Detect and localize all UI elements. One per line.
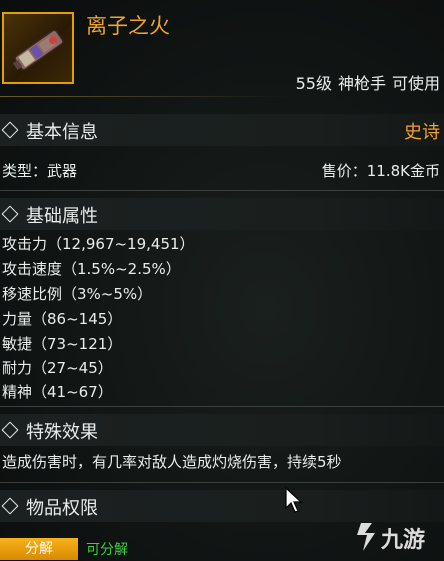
section-permissions: 物品权限 xyxy=(0,490,444,522)
item-type: 类型：武器 xyxy=(2,162,78,180)
attribute-row: 耐力（27~45） xyxy=(2,359,113,377)
section-special-effect: 特殊效果 xyxy=(0,414,444,446)
diamond-icon xyxy=(1,121,19,139)
divider xyxy=(0,190,444,191)
weapon-icon[interactable] xyxy=(2,12,74,84)
mouse-cursor-icon xyxy=(285,486,303,513)
item-tooltip-panel: 离子之火 55级 神枪手 可使用 基本信息 史诗 类型：武器 售价：11.8K金币 … xyxy=(0,0,444,561)
header-divider xyxy=(0,96,290,97)
attribute-row: 攻击力（12,967~19,451） xyxy=(2,235,195,253)
attribute-row: 力量（86~145） xyxy=(2,310,123,328)
item-price: 售价：11.8K金币 xyxy=(321,162,440,180)
section-title: 基本信息 xyxy=(26,122,98,143)
diamond-icon xyxy=(1,421,19,439)
attribute-row: 敏捷（73~121） xyxy=(2,335,123,353)
diamond-icon xyxy=(1,205,19,223)
attribute-row: 移速比例（3%~5%） xyxy=(2,285,153,303)
section-basic-info: 基本信息 史诗 xyxy=(0,114,444,146)
section-base-attributes: 基础属性 xyxy=(0,198,444,230)
class-requirement: 神枪手 xyxy=(337,74,386,93)
diamond-icon xyxy=(1,497,19,515)
item-requirements: 55级 神枪手 可使用 xyxy=(290,70,440,94)
usable-status: 可使用 xyxy=(391,74,440,93)
special-effect-text: 造成伤害时，有几率对敌人造成灼烧伤害，持续5秒 xyxy=(2,453,342,471)
divider xyxy=(0,406,444,407)
divider xyxy=(0,482,444,483)
section-title: 物品权限 xyxy=(26,498,98,519)
level-requirement: 55级 xyxy=(295,74,332,93)
attribute-row: 攻击速度（1.5%~2.5%） xyxy=(2,260,181,278)
decompose-button[interactable]: 分解 xyxy=(0,538,78,560)
item-name: 离子之火 xyxy=(86,14,170,38)
watermark-logo-icon xyxy=(357,523,375,551)
section-title: 基础属性 xyxy=(26,206,98,227)
decompose-status: 可分解 xyxy=(86,542,128,558)
attribute-row: 精神（41~67） xyxy=(2,383,113,401)
rarity-label: 史诗 xyxy=(404,122,440,143)
section-title: 特殊效果 xyxy=(26,422,98,443)
watermark-text: 九游 xyxy=(381,528,426,553)
